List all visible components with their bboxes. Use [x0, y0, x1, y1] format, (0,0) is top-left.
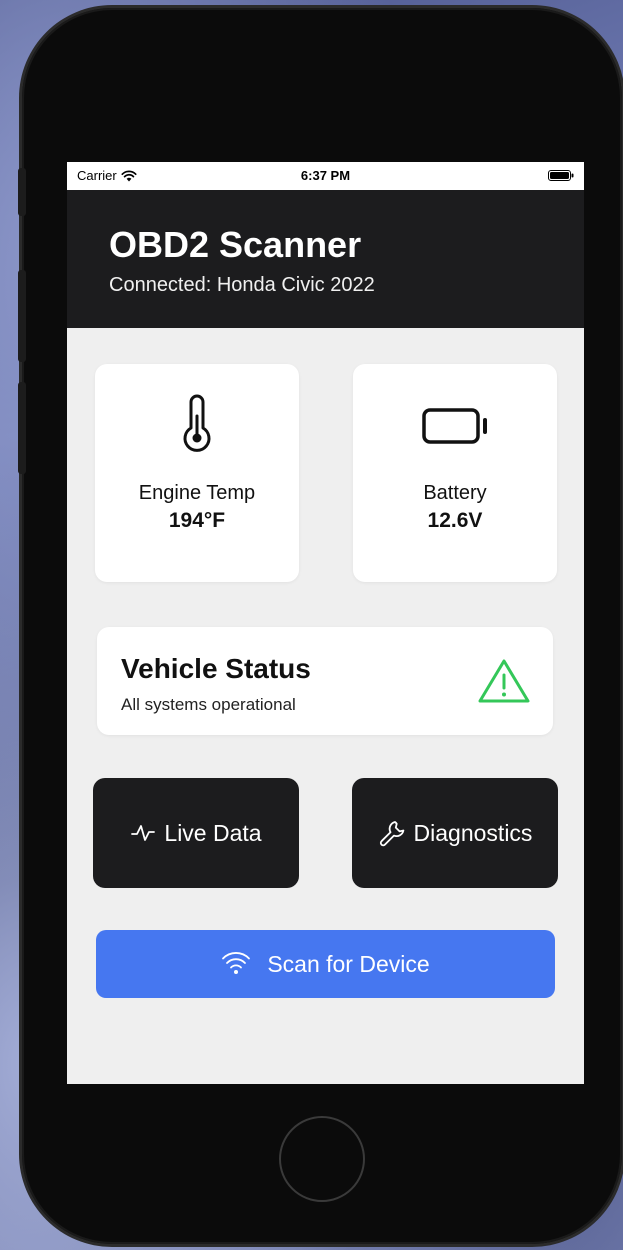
engine-temp-card[interactable]: Engine Temp 194°F — [95, 364, 299, 582]
battery-card[interactable]: Battery 12.6V — [353, 364, 557, 582]
engine-temp-label: Engine Temp — [138, 482, 256, 504]
live-data-label: Live Data — [164, 819, 262, 846]
volume-up-button — [18, 270, 26, 362]
battery-icon — [422, 408, 487, 444]
vehicle-status-card[interactable]: Vehicle Status All systems operational — [97, 627, 553, 735]
vehicle-status-title: Vehicle Status — [121, 653, 311, 684]
app-header: OBD2 Scanner Connected: Honda Civic 2022 — [67, 190, 584, 328]
app-screen: Carrier 6:37 PM OBD2 Scanner Connected: … — [67, 162, 584, 1084]
diagnostics-label: Diagnostics — [413, 819, 533, 846]
status-time: 6:37 PM — [300, 168, 351, 183]
scan-for-device-button[interactable]: Scan for Device — [96, 930, 555, 998]
connection-status: Connected: Honda Civic 2022 — [109, 274, 375, 296]
warning-triangle-icon — [478, 659, 530, 703]
status-bar: Carrier 6:37 PM — [67, 162, 584, 190]
battery-value: 12.6V — [427, 509, 483, 532]
home-button[interactable] — [279, 1116, 365, 1202]
battery-label: Battery — [423, 482, 487, 504]
wrench-icon — [379, 821, 404, 847]
app-title: OBD2 Scanner — [109, 224, 362, 265]
battery-full-icon — [548, 170, 574, 181]
mute-switch — [18, 168, 26, 216]
activity-icon — [131, 825, 156, 841]
volume-down-button — [18, 382, 26, 474]
vehicle-status-description: All systems operational — [121, 695, 296, 714]
scan-label: Scan for Device — [267, 950, 430, 977]
wifi-icon — [222, 952, 251, 974]
live-data-button[interactable]: Live Data — [93, 778, 299, 888]
thermometer-icon — [183, 394, 211, 452]
engine-temp-value: 194°F — [168, 509, 226, 532]
diagnostics-button[interactable]: Diagnostics — [352, 778, 558, 888]
